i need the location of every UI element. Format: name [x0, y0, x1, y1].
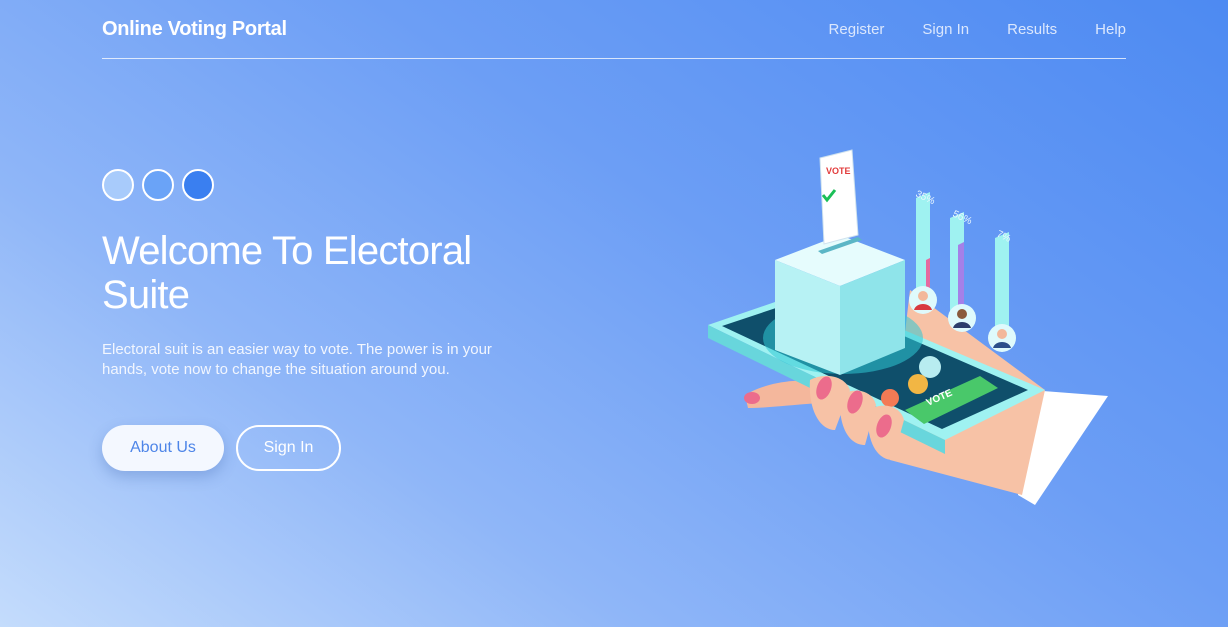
screen-phone-button — [919, 356, 941, 378]
decorative-dots — [102, 169, 214, 201]
brand-title[interactable]: Online Voting Portal — [102, 18, 287, 41]
dot-dark — [182, 169, 214, 201]
header: Online Voting Portal Register Sign In Re… — [102, 0, 1126, 59]
main-nav: Register Sign In Results Help — [829, 21, 1126, 38]
ballot-label: VOTE — [826, 166, 851, 176]
nav-help[interactable]: Help — [1095, 21, 1126, 38]
nav-results[interactable]: Results — [1007, 21, 1057, 38]
voting-illustration: VOTE VOTE 35% 56% 7% — [708, 149, 1108, 505]
screen-option-button — [881, 389, 899, 407]
hero-title: Welcome To Electoral Suite — [102, 229, 472, 317]
dot-light — [102, 169, 134, 201]
dot-medium — [142, 169, 174, 201]
screen-like-button — [908, 374, 928, 394]
hero-description: Electoral suit is an easier way to vote.… — [102, 341, 492, 378]
about-us-button[interactable]: About Us — [102, 425, 224, 471]
result-bar-3 — [995, 232, 1009, 335]
thumb-nail — [744, 392, 760, 404]
candidate-1-head — [918, 291, 928, 301]
candidate-3-head — [997, 329, 1007, 339]
candidate-2-head — [957, 309, 967, 319]
result-bar-2-fill — [958, 242, 964, 312]
nav-register[interactable]: Register — [829, 21, 885, 38]
sign-in-button[interactable]: Sign In — [236, 425, 341, 471]
nav-sign-in[interactable]: Sign In — [922, 21, 969, 38]
